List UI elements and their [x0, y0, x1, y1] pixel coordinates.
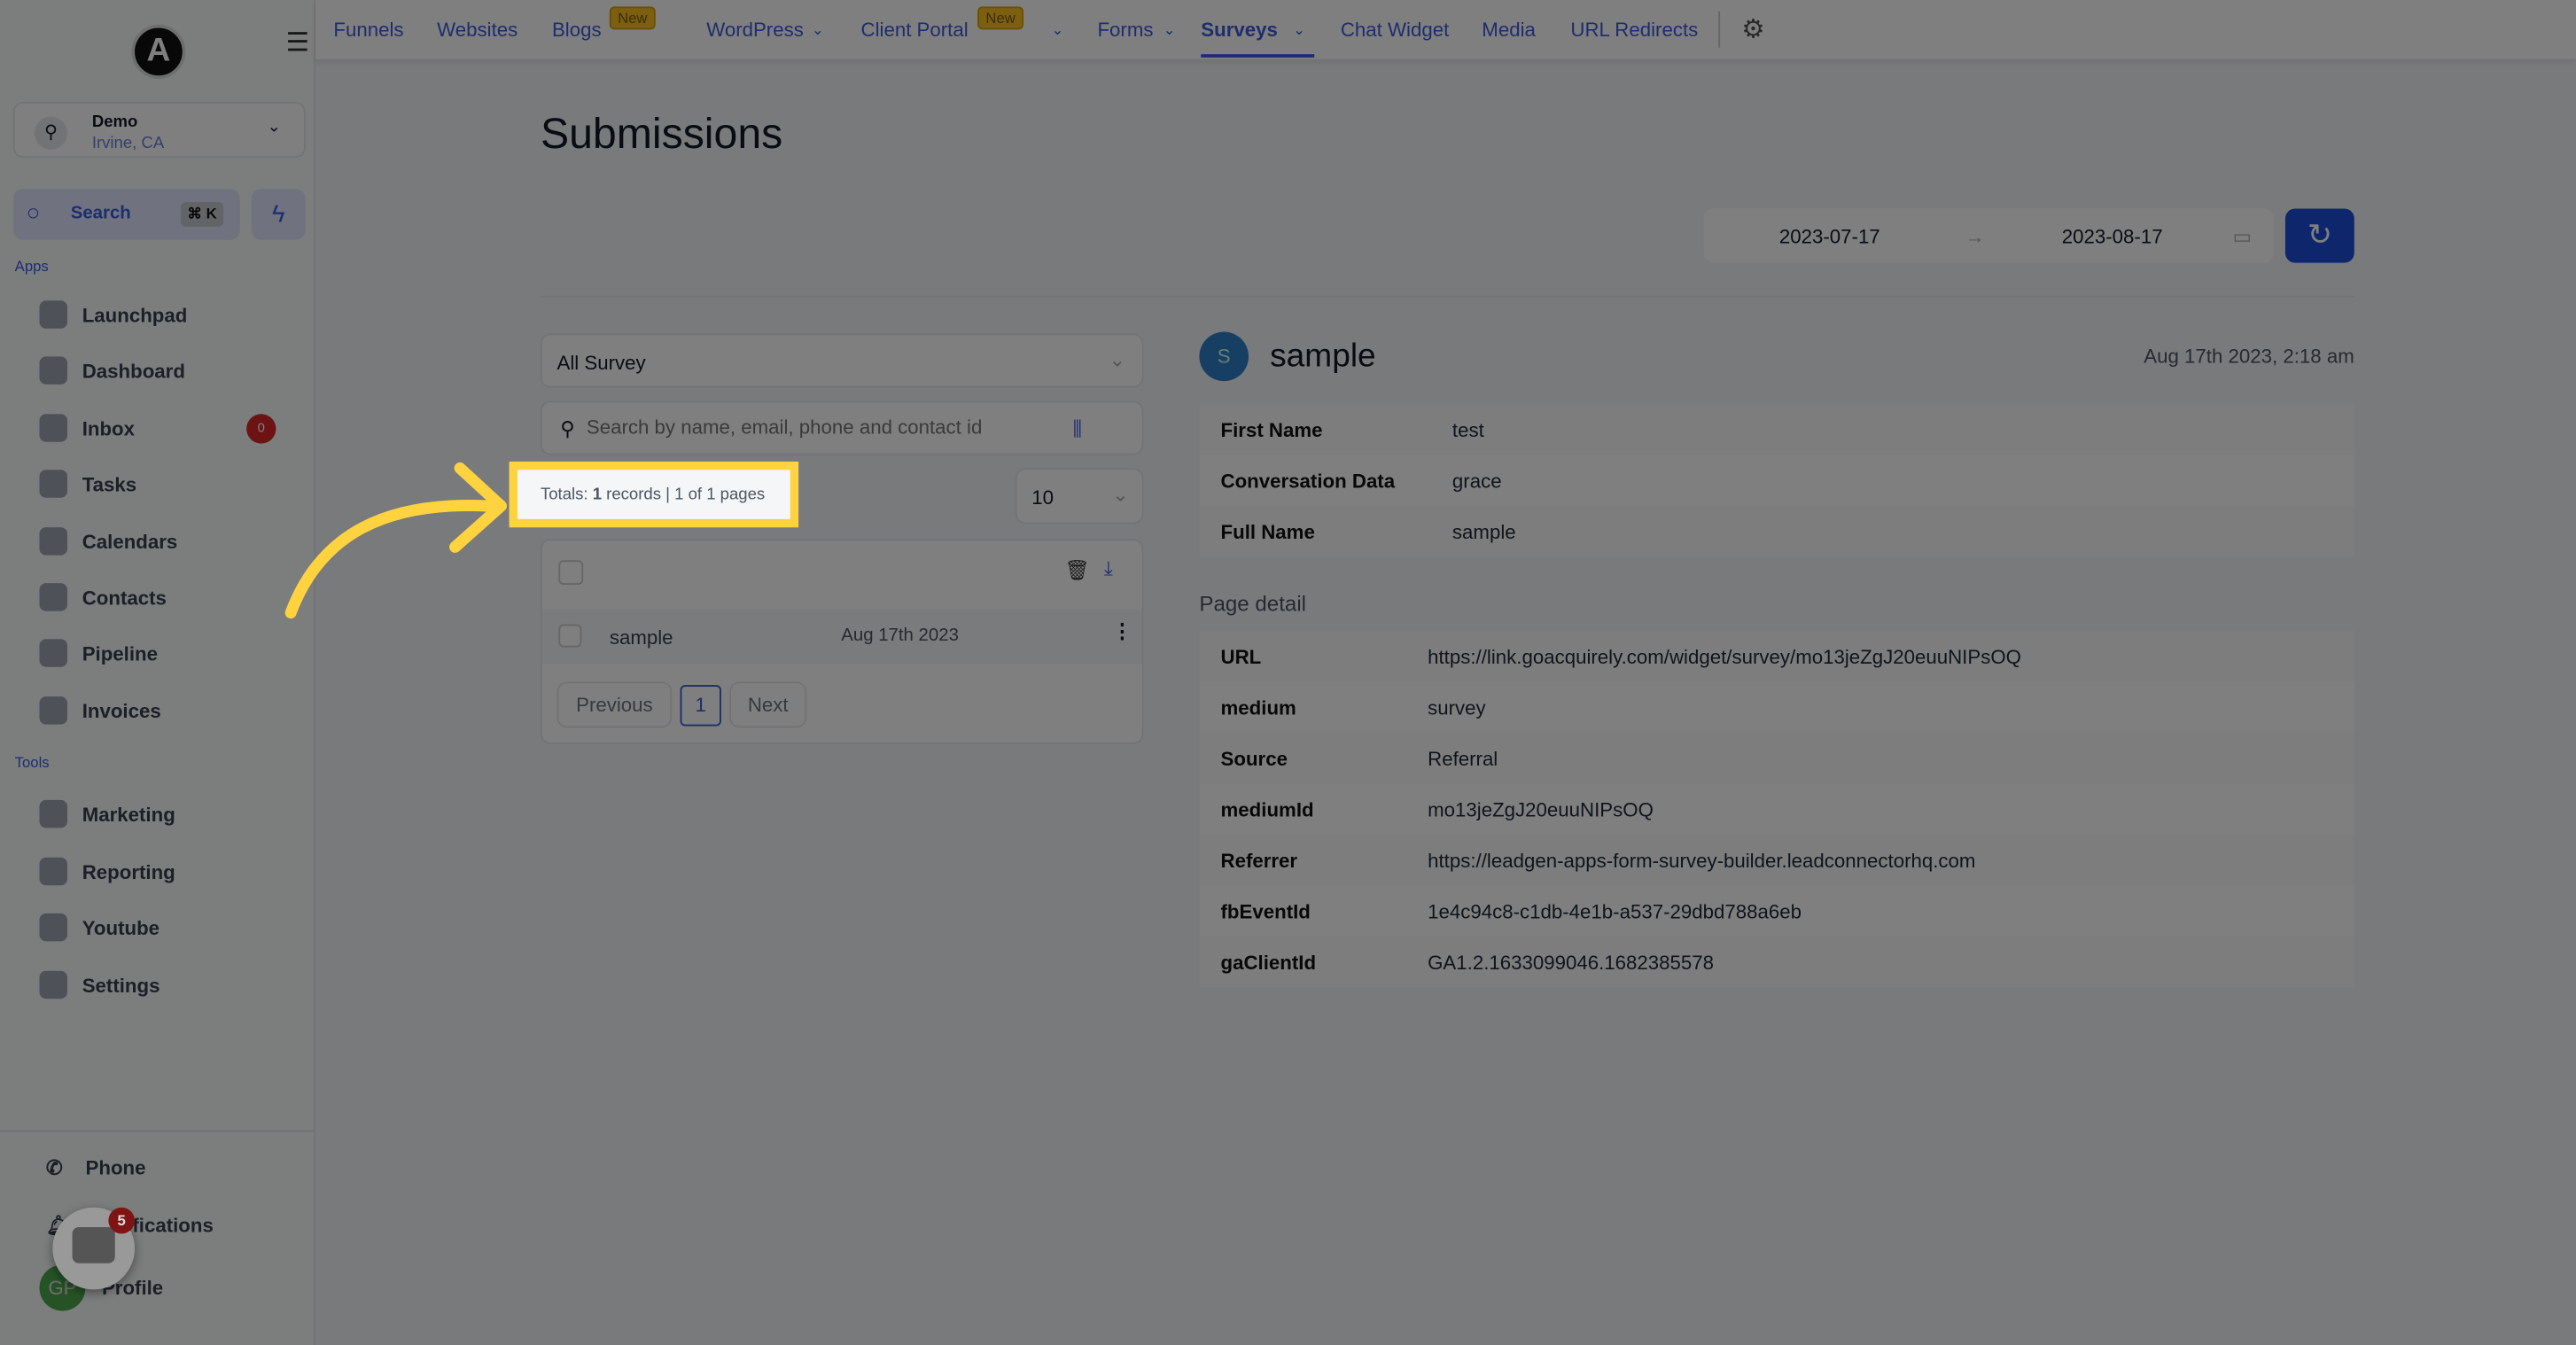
chat-widget-button[interactable]: 5 — [52, 1207, 136, 1290]
dim-overlay — [0, 0, 2576, 1345]
chat-icon — [72, 1226, 115, 1263]
totals-suffix: records | 1 of 1 pages — [602, 486, 766, 505]
totals-count: 1 — [592, 486, 603, 505]
chat-badge: 5 — [108, 1207, 136, 1234]
annotation-arrow-icon — [284, 462, 507, 619]
totals-prefix: Totals: — [540, 486, 593, 505]
app-root: A ☰ ⚲ Demo Irvine, CA ⌄ ○ Search ⌘ K ϟ A… — [0, 0, 2576, 1345]
totals-highlight: Totals: 1 records | 1 of 1 pages — [509, 461, 799, 528]
